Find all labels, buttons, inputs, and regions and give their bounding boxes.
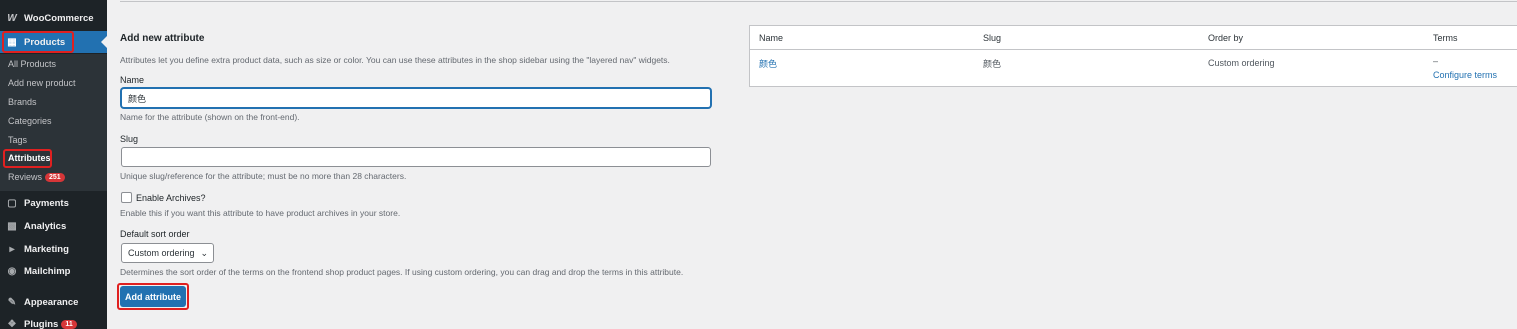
- payments-icon: ▢: [7, 197, 17, 209]
- highlight-add-attribute: [117, 283, 189, 310]
- submenu-reviews[interactable]: Reviews 251: [8, 172, 65, 183]
- menu-appearance-label: Appearance: [24, 296, 79, 308]
- form-intro: Attributes let you define extra product …: [120, 55, 670, 65]
- analytics-icon: ▩: [7, 220, 17, 232]
- menu-marketing-label: Marketing: [24, 243, 69, 255]
- megaphone-icon: ▸: [9, 243, 15, 255]
- submenu-reviews-label: Reviews: [8, 172, 43, 182]
- menu-analytics-label: Analytics: [24, 220, 67, 232]
- admin-sidebar: W WooCommerce ▦ Products All Products Ad…: [0, 0, 107, 329]
- plugins-count-badge: 11: [61, 319, 77, 329]
- configure-terms-link[interactable]: Configure terms: [1433, 70, 1497, 80]
- name-description: Name for the attribute (shown on the fro…: [120, 112, 300, 122]
- menu-mailchimp[interactable]: ◉ Mailchimp: [0, 261, 107, 281]
- submenu-tags[interactable]: Tags: [8, 135, 27, 145]
- enable-archives-label[interactable]: Enable Archives?: [136, 193, 206, 203]
- col-header-order-by[interactable]: Order by: [1208, 33, 1243, 43]
- slug-input[interactable]: [121, 147, 711, 167]
- table-header: Name Slug Order by Terms: [750, 26, 1517, 50]
- menu-payments-label: Payments: [24, 197, 69, 209]
- woocommerce-icon: W: [7, 12, 17, 24]
- mailchimp-icon: ◉: [7, 265, 17, 277]
- menu-woocommerce[interactable]: W WooCommerce: [0, 8, 107, 28]
- sort-order-label: Default sort order: [120, 229, 190, 239]
- col-header-name[interactable]: Name: [759, 33, 783, 43]
- sort-order-select[interactable]: Custom ordering ⌄: [121, 243, 214, 263]
- submenu-add-new-product[interactable]: Add new product: [8, 78, 76, 88]
- menu-woocommerce-label: WooCommerce: [24, 12, 94, 24]
- submenu-brands[interactable]: Brands: [8, 97, 37, 107]
- attribute-order-by: Custom ordering: [1208, 58, 1275, 68]
- form-title: Add new attribute: [120, 33, 205, 44]
- sort-order-value: Custom ordering: [128, 248, 195, 258]
- archives-description: Enable this if you want this attribute t…: [120, 208, 401, 218]
- chevron-down-icon: ⌄: [200, 247, 209, 258]
- slug-label: Slug: [120, 134, 139, 144]
- attribute-terms: –: [1433, 56, 1439, 66]
- submenu-categories[interactable]: Categories: [8, 116, 52, 126]
- reviews-count-badge: 251: [45, 173, 65, 183]
- col-header-terms: Terms: [1433, 33, 1458, 43]
- menu-mailchimp-label: Mailchimp: [24, 265, 71, 277]
- plugin-icon: ❖: [7, 318, 17, 329]
- menu-payments[interactable]: ▢ Payments: [0, 193, 107, 213]
- top-divider: [120, 0, 1517, 2]
- slug-description: Unique slug/reference for the attribute;…: [120, 171, 407, 181]
- name-input[interactable]: 颜色: [121, 88, 711, 108]
- highlight-products: [2, 31, 74, 53]
- brush-icon: ✎: [7, 296, 17, 308]
- attributes-table: Name Slug Order by Terms 颜色 颜色 Custom or…: [749, 25, 1517, 87]
- menu-analytics[interactable]: ▩ Analytics: [0, 216, 107, 236]
- sort-order-description: Determines the sort order of the terms o…: [120, 267, 684, 277]
- menu-plugins[interactable]: ❖ Plugins 11: [0, 314, 107, 329]
- enable-archives-checkbox[interactable]: [121, 192, 132, 203]
- attribute-slug: 颜色: [983, 60, 1002, 70]
- menu-marketing[interactable]: ▸ Marketing: [0, 239, 107, 259]
- highlight-attributes: [3, 149, 52, 168]
- menu-plugins-label: Plugins: [24, 318, 59, 329]
- products-submenu: All Products Add new product Brands Cate…: [0, 54, 107, 191]
- menu-appearance[interactable]: ✎ Appearance: [0, 292, 107, 312]
- col-header-slug[interactable]: Slug: [983, 33, 1001, 43]
- attribute-name-link[interactable]: 颜色: [759, 57, 777, 70]
- submenu-all-products[interactable]: All Products: [8, 59, 56, 69]
- name-label: Name: [120, 75, 145, 85]
